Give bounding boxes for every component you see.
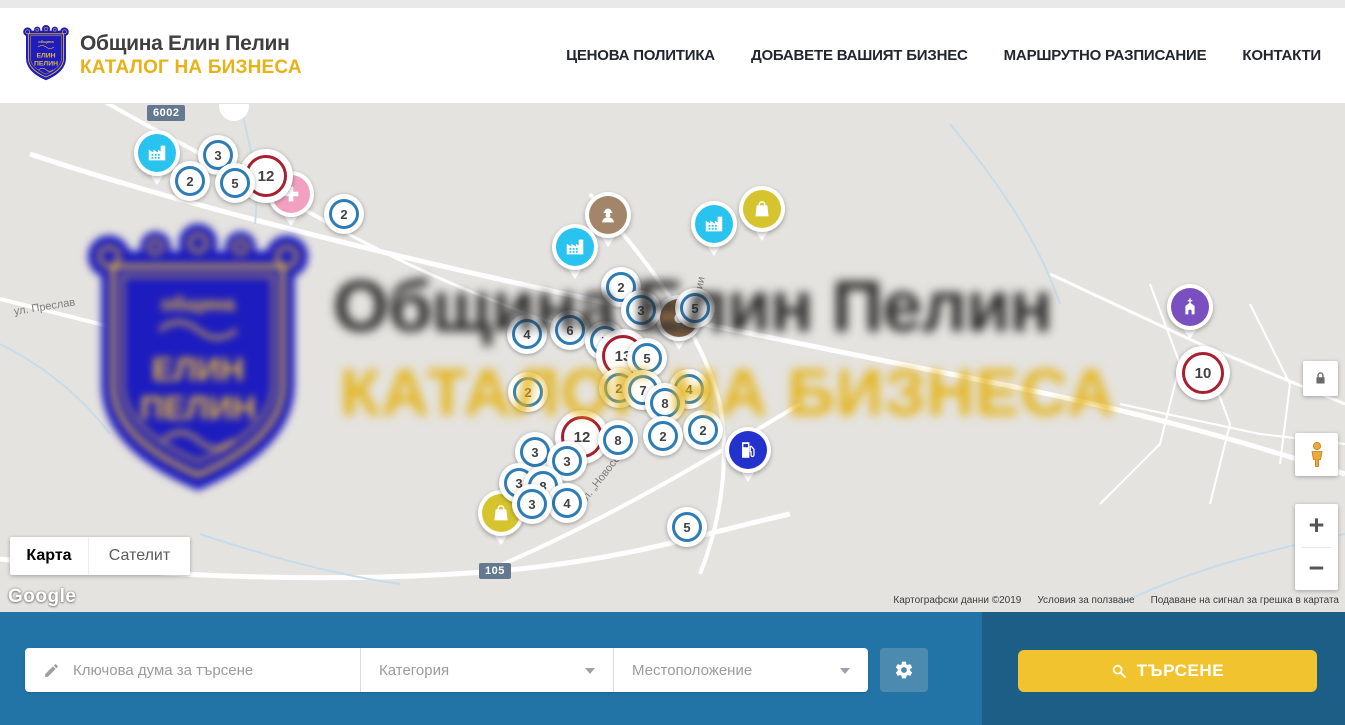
map-cluster-marker[interactable]: 6	[550, 310, 590, 350]
map-cluster-marker[interactable]: 2	[324, 194, 364, 234]
municipality-crest-logo: община ЕЛИН ПЕЛИН	[22, 23, 70, 88]
road-number-badge: 105	[479, 563, 511, 579]
map-cluster-marker[interactable]: 2	[643, 416, 683, 456]
zoom-out-button[interactable]: −	[1295, 548, 1338, 591]
map-cluster-marker[interactable]: 2	[508, 372, 548, 412]
site-title: Община Елин Пелин	[80, 32, 302, 56]
map-cluster-marker[interactable]: 8	[598, 420, 638, 460]
page-top-strip	[0, 0, 1345, 8]
site-header: община ЕЛИН ПЕЛИН Община Елин Пелин КАТА…	[0, 8, 1345, 104]
map-pin-factory[interactable]	[552, 224, 598, 281]
map-cluster-marker[interactable]: 5	[667, 507, 707, 547]
category-select[interactable]: Категория	[360, 648, 613, 692]
map-pin-church[interactable]	[1167, 284, 1213, 341]
attribution-copyright: Картографски данни ©2019	[893, 595, 1021, 606]
map-type-satellite-button[interactable]: Сателит	[88, 537, 190, 575]
pencil-icon	[43, 662, 60, 679]
map-cluster-marker[interactable]: 4	[547, 483, 587, 523]
map-pin-fuel[interactable]	[725, 427, 771, 484]
nav-item[interactable]: ЦЕНОВА ПОЛИТИКА	[566, 47, 715, 64]
keyword-field-cell	[25, 648, 360, 692]
gear-icon	[894, 660, 914, 680]
pegman-streetview-button[interactable]	[1295, 433, 1338, 476]
attribution-report-link[interactable]: Подаване на сигнал за грешка в картата	[1151, 595, 1339, 606]
nav-item[interactable]: КОНТАКТИ	[1242, 47, 1321, 64]
google-logo[interactable]: Google	[8, 586, 76, 608]
map-cluster-marker[interactable]: 5	[215, 163, 255, 203]
search-bar: Категория Местоположение ТЪРСЕНЕ	[0, 612, 1345, 725]
map-attribution: Картографски данни ©2019 Условия за полз…	[893, 595, 1339, 606]
location-select[interactable]: Местоположение	[613, 648, 868, 692]
nav-item[interactable]: МАРШРУТНО РАЗПИСАНИЕ	[1004, 47, 1207, 64]
main-navigation: ЦЕНОВА ПОЛИТИКА ДОБАВЕТЕ ВАШИЯТ БИЗНЕС МАР…	[566, 47, 1321, 64]
search-icon	[1111, 663, 1127, 679]
keyword-search-input[interactable]	[73, 662, 303, 679]
zoom-control: + −	[1295, 504, 1338, 590]
svg-text:община: община	[38, 39, 54, 44]
road-number-badge: 6002	[147, 105, 185, 121]
map-cluster-marker[interactable]: 2	[170, 161, 210, 201]
map-cluster-marker[interactable]: 2	[683, 410, 723, 450]
map-cluster-marker[interactable]: 10	[1176, 346, 1230, 400]
lock-button[interactable]	[1303, 361, 1338, 396]
google-map[interactable]: ул. Преславбул. „Новоселциции 6002105 13…	[0, 104, 1345, 612]
zoom-in-button[interactable]: +	[1295, 504, 1338, 547]
search-field-group: Категория Местоположение	[25, 648, 868, 692]
search-submit-button[interactable]: ТЪРСЕНЕ	[1018, 650, 1317, 692]
site-logo[interactable]: община ЕЛИН ПЕЛИН Община Елин Пелин КАТА…	[22, 23, 302, 88]
nav-item[interactable]: ДОБАВЕТЕ ВАШИЯТ БИЗНЕС	[751, 47, 968, 64]
map-cluster-marker[interactable]: 3	[512, 484, 552, 524]
search-button-label: ТЪРСЕНЕ	[1137, 661, 1225, 681]
map-cluster-marker[interactable]: 4	[507, 314, 547, 354]
map-type-control: Карта Сателит	[10, 537, 190, 575]
svg-text:ПЕЛИН: ПЕЛИН	[34, 60, 58, 67]
padlock-icon	[1313, 371, 1328, 386]
svg-text:ЕЛИН: ЕЛИН	[36, 52, 55, 59]
map-pin-factory[interactable]	[691, 201, 737, 258]
attribution-terms-link[interactable]: Условия за ползване	[1037, 595, 1134, 606]
map-type-map-button[interactable]: Карта	[10, 537, 88, 575]
map-pin-bag[interactable]	[739, 186, 785, 243]
category-select-label: Категория	[379, 662, 449, 679]
chevron-down-icon	[840, 668, 850, 674]
chevron-down-icon	[585, 668, 595, 674]
location-select-label: Местоположение	[632, 662, 752, 679]
map-cluster-marker[interactable]: 3	[621, 290, 661, 330]
pegman-icon	[1305, 441, 1329, 469]
map-cluster-marker[interactable]: 5	[675, 288, 715, 328]
advanced-settings-button[interactable]	[880, 648, 928, 692]
site-subtitle: КАТАЛОГ НА БИЗНЕСА	[80, 57, 302, 79]
business-catalog-page: община ЕЛИН ПЕЛИН Община Елин Пелин КАТА…	[0, 0, 1345, 725]
